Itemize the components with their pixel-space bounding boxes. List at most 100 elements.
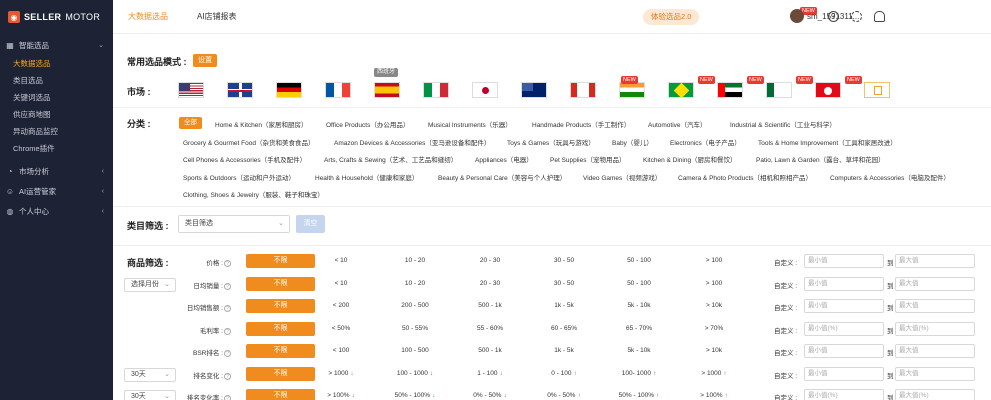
filter-option[interactable]: > 100 [684,280,744,287]
filter-option[interactable]: > 70% [684,325,744,332]
help-icon[interactable]: ? [224,327,231,335]
sidebar-item-big-data[interactable]: 大数据选品 [0,55,113,72]
filter-option[interactable]: 1 - 100 ↓ [460,370,520,377]
category-item[interactable]: Automotive（汽车） [648,119,707,129]
category-item[interactable]: Musical Instruments（乐器） [428,119,512,129]
category-item[interactable]: Cell Phones & Accessories（手机及配件） [183,154,306,164]
unlimited-option[interactable]: 不限 [246,366,315,381]
filter-option[interactable]: 50 - 100 [609,280,669,287]
unlimited-option[interactable]: 不限 [246,254,315,268]
filter-option[interactable]: 55 - 60% [460,325,520,332]
flag-jp[interactable] [472,82,498,98]
category-item[interactable]: Patio, Lawn & Garden（露台、草坪和花园） [756,154,885,164]
filter-option[interactable]: 1k - 5k [534,347,594,354]
filter-option[interactable]: 200 - 500 [385,302,445,309]
category-item[interactable]: Toys & Games（玩具与游戏） [507,137,595,147]
flag-tr[interactable] [815,82,841,98]
flag-fr[interactable] [325,82,351,98]
min-input[interactable]: 最小值(%) [804,321,884,336]
category-item[interactable]: Computers & Accessories（电脑及配件） [830,172,950,182]
filter-option[interactable]: > 100% ↓ [311,392,371,399]
filter-option[interactable]: 20 - 30 [460,257,520,264]
sidebar-group-user[interactable]: ◍ 个人中心 ‹ [0,201,113,221]
category-item[interactable]: Appliances（电器） [475,154,533,164]
category-item[interactable]: Health & Household（健康和家庭） [315,172,418,182]
flag-in[interactable] [619,82,645,98]
filter-option[interactable]: > 100 [684,257,744,264]
flag-ca[interactable] [570,82,596,98]
help-icon[interactable]: ? [224,282,231,290]
flag-br[interactable] [668,82,694,98]
help-icon[interactable]: ? [224,260,231,267]
trial-button[interactable]: 体验选品2.0 [643,9,700,25]
avatar[interactable] [790,9,804,23]
max-input[interactable]: 最大值 [895,366,975,381]
min-input[interactable]: 最小值 [804,299,884,313]
filter-option[interactable]: 0% - 50% ↓ [460,392,520,399]
filter-option[interactable]: 500 - 1k [460,302,520,309]
unlimited-option[interactable]: 不限 [246,276,315,291]
flag-it[interactable] [423,82,449,98]
filter-option[interactable]: < 10 [311,257,371,264]
filter-option[interactable]: > 10k [684,302,744,309]
min-input[interactable]: 最小值(%) [804,389,884,400]
filter-option[interactable]: 30 - 50 [534,280,594,287]
logo[interactable]: ◉ SELLER MOTOR [0,0,113,34]
max-input[interactable]: 最大值 [895,299,975,313]
category-item[interactable]: Amazon Devices & Accessories（亚马逊设备和配件） [334,137,490,147]
sidebar-item-supplier-map[interactable]: 供应商地图 [0,106,113,123]
flag-us[interactable] [178,82,204,98]
max-input[interactable]: 最大值 [895,254,975,268]
category-item[interactable]: Clothing, Shoes & Jewelry（服装、鞋子和珠宝） [183,189,324,199]
category-item[interactable]: Beauty & Personal Care（美容与个人护理） [438,172,566,182]
filter-option[interactable]: 500 - 1k [460,347,520,354]
flag-au[interactable] [521,82,547,98]
filter-option[interactable]: < 100 [311,347,371,354]
flag-de[interactable] [276,82,302,98]
category-item[interactable]: Home & Kitchen（家居和厨房） [215,119,307,129]
sidebar-group-market[interactable]: ◔ 市场分析 ‹ [0,161,113,181]
category-filter-select[interactable]: 类目筛选 ⌄ [178,215,290,233]
filter-option[interactable]: 30 - 50 [534,257,594,264]
filter-option[interactable]: 50 - 100 [609,257,669,264]
help-icon[interactable]: ? [224,350,231,357]
settings-button[interactable]: 设置 [193,54,217,67]
unlimited-option[interactable]: 不限 [246,344,315,358]
filter-option[interactable]: > 1000 ↓ [311,370,371,377]
filter-option[interactable]: 50% - 100% ↑ [609,392,669,399]
filter-option[interactable]: 50 - 55% [385,325,445,332]
filter-option[interactable]: 10 - 20 [385,280,445,287]
filter-option[interactable]: 100 - 500 [385,347,445,354]
filter-option[interactable]: 10 - 20 [385,257,445,264]
category-item[interactable]: Office Products（办公用品） [326,119,409,129]
unlimited-option[interactable]: 不限 [246,299,315,313]
category-item[interactable]: Baby（婴儿） [612,137,653,147]
max-input[interactable]: 最大值(%) [895,321,975,336]
category-item[interactable]: Industrial & Scientific（工业与科学） [730,119,836,129]
unlimited-option[interactable]: 不限 [246,321,315,336]
filter-option[interactable]: 50% - 100% ↓ [385,392,445,399]
bell-icon[interactable] [874,11,885,22]
filter-option[interactable]: > 10k [684,347,744,354]
filter-option[interactable]: 0% - 50% ↑ [534,392,594,399]
sidebar-item-anomaly[interactable]: 异动商品监控 [0,123,113,140]
sidebar-group-smart-selection[interactable]: ▦ 智能选品 ⌄ [0,35,113,55]
min-input[interactable]: 最小值 [804,276,884,291]
sidebar-item-chrome[interactable]: Chrome插件 [0,140,113,157]
category-item[interactable]: Camera & Photo Products（相机和照相产品） [678,172,812,182]
filter-option[interactable]: 5k - 10k [609,302,669,309]
category-item[interactable]: Video Games（视频游戏） [583,172,661,182]
filter-option[interactable]: 5k - 10k [609,347,669,354]
max-input[interactable]: 最大值 [895,276,975,291]
help-icon[interactable]: ? [224,395,231,400]
tab-ai-report[interactable]: AI店铺报表 [182,0,251,34]
filter-option[interactable]: 100 - 1000 ↓ [385,370,445,377]
filter-option[interactable]: 100- 1000 ↑ [609,370,669,377]
clear-button[interactable]: 清空 [296,215,325,233]
flag-sa[interactable] [766,82,792,98]
category-item[interactable]: Electronics（电子产品） [670,137,741,147]
category-item[interactable]: Grocery & Gourmet Food（杂货和美食食品） [183,137,314,147]
flag-ae[interactable] [717,82,743,98]
filter-option[interactable]: 0 - 100 ↑ [534,370,594,377]
category-item[interactable]: Handmade Products（手工制作） [532,119,630,129]
